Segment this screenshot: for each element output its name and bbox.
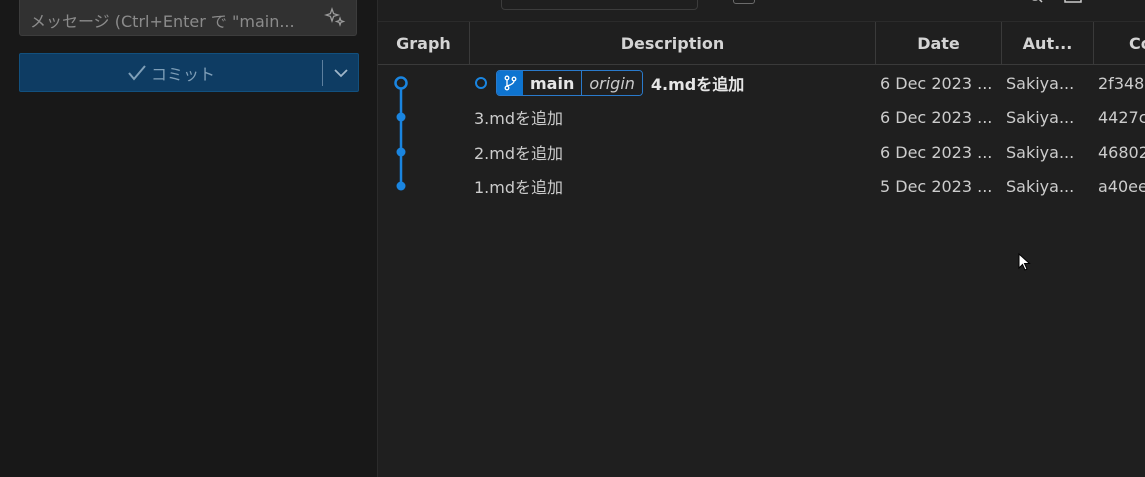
column-header-date[interactable]: Date [876,22,1002,65]
column-header-graph[interactable]: Graph [378,22,470,65]
commit-hash: 4427c [1098,107,1145,127]
vscode-window: メッセージ (Ctrl+Enter で "main... コミット Graph … [0,0,1145,477]
ref-label-main[interactable]: main origin [496,70,643,96]
commit-button[interactable]: コミット [19,53,359,92]
search-icon[interactable] [1028,0,1046,4]
graph-table-header: Graph Description Date Aut... Co [378,22,1145,65]
toolbar-checkbox[interactable] [733,0,755,4]
commit-hash: 46802 [1098,142,1145,162]
commit-description-cell: main origin 4.mdを追加 [474,66,874,100]
commit-row[interactable]: 3.mdを追加 6 Dec 2023 ... Sakiya... 4427c [378,100,1145,134]
commit-button-label: コミット [150,64,215,84]
commit-message: 3.mdを追加 [474,109,564,128]
commit-author: Sakiya... [1006,176,1075,196]
mouse-cursor-icon [1018,253,1031,271]
source-control-panel: メッセージ (Ctrl+Enter で "main... コミット [0,0,378,477]
commit-date: 5 Dec 2023 ... [880,176,993,196]
commit-message-placeholder: メッセージ (Ctrl+Enter で "main... [30,12,295,31]
commit-author: Sakiya... [1006,142,1075,162]
column-header-description[interactable]: Description [470,22,876,65]
settings-icon[interactable] [1064,0,1082,4]
remote-name: origin [582,71,642,95]
commit-message-input[interactable]: メッセージ (Ctrl+Enter で "main... [19,0,357,36]
commit-message: 4.mdを追加 [650,75,745,94]
git-branch-icon [497,71,523,95]
graph-toolbar [378,0,1145,22]
branch-name: main [523,71,583,95]
commit-author: Sakiya... [1006,107,1075,127]
commit-row[interactable]: 2.mdを追加 6 Dec 2023 ... Sakiya... 46802 [378,135,1145,169]
commit-hash: 2f348 [1098,73,1145,93]
commit-date: 6 Dec 2023 ... [880,107,993,127]
commit-date: 6 Dec 2023 ... [880,142,993,162]
column-header-commit[interactable]: Co [1094,22,1145,65]
commit-row[interactable]: 1.mdを追加 5 Dec 2023 ... Sakiya... a40ee [378,169,1145,203]
commit-button-main[interactable]: コミット [20,54,322,91]
toolbar-search-box[interactable] [501,0,698,10]
more-icon[interactable] [1106,0,1124,4]
commit-author: Sakiya... [1006,73,1075,93]
column-header-author[interactable]: Aut... [1002,22,1094,65]
commit-dropdown-button[interactable] [323,54,358,91]
chevron-down-icon [333,68,348,77]
commit-date: 6 Dec 2023 ... [880,73,993,93]
working-tree-circle-icon [475,77,487,89]
sparkle-icon[interactable] [324,6,346,28]
commit-message: 1.mdを追加 [474,178,564,197]
git-graph-pane: Graph Description Date Aut... Co [378,0,1145,477]
check-icon [128,64,146,81]
commit-message: 2.mdを追加 [474,144,564,163]
commit-hash: a40ee [1098,176,1145,196]
commit-row[interactable]: main origin 4.mdを追加 6 Dec 2023 ... Sakiy… [378,66,1145,100]
